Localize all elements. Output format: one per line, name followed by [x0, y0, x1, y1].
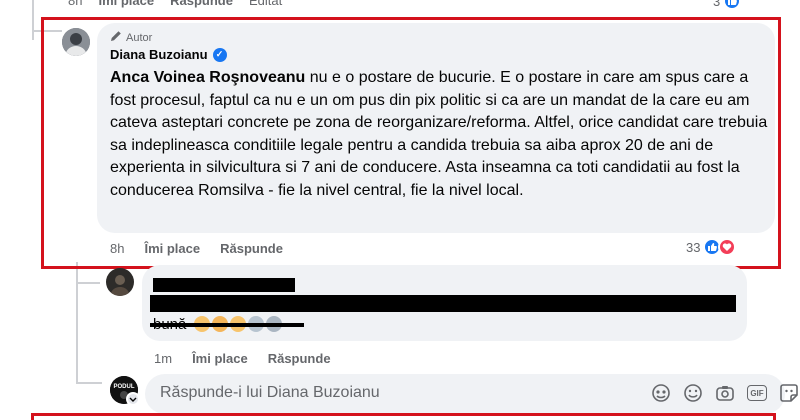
highlight-box-next: [31, 413, 776, 420]
thread-line-replies: [76, 262, 78, 382]
camera-icon[interactable]: [714, 382, 736, 404]
previous-comment-actions: 8h Îmi place Răspunde Editat: [68, 0, 282, 8]
redacted-author-name: [153, 278, 295, 292]
thread-line-input-branch: [76, 382, 102, 384]
reply-author-avatar[interactable]: [106, 268, 134, 296]
previous-comment-time[interactable]: 8h: [68, 0, 82, 8]
current-user-avatar-label: PODUL: [114, 384, 135, 390]
reply-input-placeholder[interactable]: Răspunde-i lui Diana Buzoianu: [160, 384, 380, 402]
highlight-box-main-comment: [41, 17, 781, 269]
reply-comment-time[interactable]: 1m: [154, 351, 172, 366]
gif-icon[interactable]: GIF: [746, 382, 768, 404]
redacted-reply-text: [150, 295, 736, 312]
previous-edited-label: Editat: [248, 0, 283, 8]
emoji-icon[interactable]: [682, 382, 704, 404]
previous-reactions[interactable]: 3: [713, 0, 742, 10]
reply-reply-button[interactable]: Răspunde: [268, 351, 331, 366]
avatar-sticker-icon[interactable]: [650, 382, 672, 404]
redacted-reply-strike: [150, 323, 304, 327]
previous-reply-button[interactable]: Răspunde: [170, 0, 233, 8]
reply-input-tools: GIF: [650, 382, 800, 404]
reply-comment-actions: 1m Îmi place Răspunde: [154, 351, 331, 366]
previous-like-button[interactable]: Îmi place: [98, 0, 154, 8]
thread-line-reply-branch: [76, 282, 100, 284]
like-reaction-icon: [723, 0, 742, 10]
sticker-icon[interactable]: [778, 382, 800, 404]
thread-line-left: [32, 0, 34, 40]
comment-thread: 8h Îmi place Răspunde Editat 3 Autor Dia…: [0, 0, 800, 420]
previous-reaction-count: 3: [713, 0, 721, 9]
avatar-mask-icon[interactable]: [126, 392, 140, 406]
reply-like-button[interactable]: Îmi place: [192, 351, 248, 366]
